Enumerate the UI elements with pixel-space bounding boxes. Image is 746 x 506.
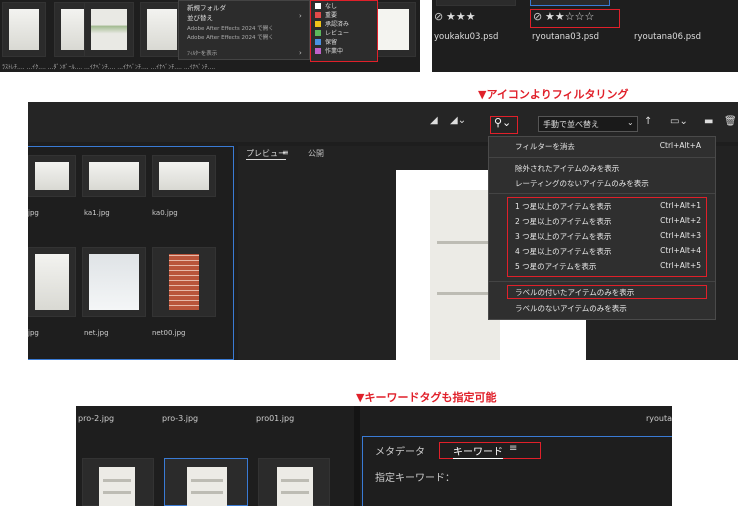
open-recent-icon[interactable]: ▭⌄ [670, 116, 688, 127]
filter-reject-item[interactable]: 除外されたアイテムのみを表示 [489, 163, 715, 174]
label-item[interactable]: レビュー [325, 28, 349, 37]
thumbnail[interactable] [82, 458, 154, 506]
assigned-keywords-label: 指定キーワード： [375, 473, 455, 484]
reject-icon[interactable]: ⊘ [533, 10, 542, 23]
filter-rating-5-item[interactable]: 5 つ星のアイテムを表示 Ctrl+Alt+5 [489, 261, 715, 272]
label-swatch [315, 12, 321, 18]
context-menu-item[interactable]: Adobe After Effects 2024 で開く [187, 24, 274, 32]
thumbnail[interactable] [152, 247, 216, 317]
filter-unlabeled-item[interactable]: ラベルのないアイテムのみを表示 [489, 303, 715, 314]
quality-dropdown-icon[interactable]: ◢⌄ [450, 115, 466, 126]
thumbnail[interactable] [436, 0, 516, 6]
trash-icon[interactable]: 🗑 [724, 116, 737, 127]
thumbnail[interactable] [2, 2, 46, 57]
thumbnail[interactable] [258, 458, 330, 506]
bottom-panel: pro-2.jpg pro-3.jpg pro01.jpg ryouta メタデ… [76, 406, 672, 506]
file-title: ryouta [646, 414, 673, 423]
label-item[interactable]: 承認済み [325, 19, 349, 28]
label-swatch [315, 30, 321, 36]
label-swatch [315, 39, 321, 45]
file-name: net00.jpg [152, 329, 186, 337]
context-menu-item[interactable]: 新規フォルダ [187, 2, 226, 12]
divider [489, 193, 715, 194]
label-item[interactable]: 保留 [325, 37, 337, 46]
filter-unrated-item[interactable]: レーティングのないアイテムのみを表示 [489, 178, 715, 189]
reject-icon[interactable]: ⊘ [434, 10, 443, 23]
filter-rating-2-item[interactable]: 2 つ星以上のアイテムを表示 Ctrl+Alt+2 [489, 216, 715, 227]
file-name: ka1.jpg [84, 209, 110, 217]
top-right-panel: ⊘ ★★★ youkaku03.psd ⊘ ★★☆☆☆ ryoutana03.p… [432, 0, 738, 72]
file-name: youkaku03.psd [434, 32, 499, 42]
star-rating[interactable]: ★★★ [446, 10, 476, 23]
chevron-right-icon: › [299, 49, 302, 57]
filter-rating-4-item[interactable]: 4 つ星以上のアイテムを表示 Ctrl+Alt+4 [489, 246, 715, 257]
file-name: pro-2.jpg [78, 414, 115, 423]
label-swatch [315, 21, 321, 27]
divider [489, 281, 715, 282]
labels-submenu: なし 重要 承認済み レビュー 保留 作業中 [310, 0, 378, 62]
file-name: ryoutana03.psd [532, 32, 599, 42]
menu-icon[interactable]: ≡ [282, 148, 289, 157]
thumbnail[interactable] [82, 247, 146, 317]
file-name: pro-3.jpg [162, 414, 199, 423]
filter-rating-1-item[interactable]: 1 つ星以上のアイテムを表示 Ctrl+Alt+1 [489, 201, 715, 212]
file-name: net.jpg [84, 329, 109, 337]
sort-label: 手動で並べ替え [543, 120, 599, 129]
top-left-panel: ﾗｽﾄﾚﾁ.... ...ｲｸ.... ...ﾀﾞﾝﾎﾞｰﾙ.... ...ｲﾅ… [0, 0, 420, 72]
sort-dropdown[interactable]: 手動で並べ替え ⌄ [538, 116, 638, 132]
chevron-down-icon: ⌄ [627, 118, 634, 127]
content-panel: jpg ka1.jpg ka0.jpg jpg net.jpg net00.jp… [28, 146, 234, 360]
tab-preview[interactable]: プレビュー [246, 148, 286, 160]
thumbnail[interactable] [82, 155, 146, 197]
divider [354, 406, 360, 506]
filter-clear-item[interactable]: フィルターを消去 Ctrl+Alt+A [489, 141, 715, 152]
thumbnail[interactable] [530, 0, 610, 6]
caption-keyword: ▼キーワードタグも指定可能 [356, 391, 497, 404]
filter-rating-3-item[interactable]: 3 つ星以上のアイテムを表示 Ctrl+Alt+3 [489, 231, 715, 242]
context-menu-item[interactable]: ﾌｨﾙﾀｰを表示 [187, 49, 217, 57]
file-name: jpg [28, 209, 39, 217]
file-name: ryoutana06.psd [634, 32, 701, 42]
metadata-panel: メタデータ キーワード ≡ 指定キーワード： [362, 436, 672, 506]
thumbnail[interactable] [164, 458, 248, 506]
filter-menu: フィルターを消去 Ctrl+Alt+A 除外されたアイテムのみを表示 レーティン… [488, 136, 716, 320]
label-item[interactable]: なし [325, 1, 337, 10]
filter-icon[interactable]: ⚲⌄ [494, 116, 511, 129]
label-swatch [315, 3, 321, 9]
thumbnail[interactable] [28, 155, 76, 197]
filter-labeled-item[interactable]: ラベルの付いたアイテムのみを表示 [489, 287, 715, 298]
tab-keywords[interactable]: キーワード [453, 443, 503, 459]
file-name: pro01.jpg [256, 414, 295, 423]
sort-ascending-icon[interactable]: ↑ [644, 116, 652, 127]
context-menu: 新規フォルダ 並び替え Adobe After Effects 2024 で開く… [178, 0, 310, 60]
label-swatch [315, 48, 321, 54]
divider [489, 157, 715, 158]
star-rating[interactable]: ★★☆☆☆ [545, 10, 594, 23]
label-item[interactable]: 重要 [325, 10, 337, 19]
file-name: jpg [28, 329, 39, 337]
chevron-right-icon: › [299, 12, 302, 20]
context-menu-item[interactable]: 並び替え [187, 12, 213, 22]
quality-icon[interactable]: ◢ [430, 115, 438, 126]
new-folder-icon[interactable]: ▬ [704, 116, 713, 127]
thumbnail[interactable] [28, 247, 76, 317]
thumbnail[interactable] [152, 155, 216, 197]
file-name: ka0.jpg [152, 209, 178, 217]
tab-metadata[interactable]: メタデータ [375, 443, 425, 458]
middle-panel: ◢ ◢⌄ ⚲⌄ 手動で並べ替え ⌄ ↑ ▭⌄ ▬ 🗑 jpg ka1.jpg k… [28, 102, 738, 360]
thumbnail-labels: ﾗｽﾄﾚﾁ.... ...ｲｸ.... ...ﾀﾞﾝﾎﾞｰﾙ.... ...ｲﾅ… [2, 64, 216, 71]
menu-icon[interactable]: ≡ [509, 443, 517, 454]
caption-filter: ▼アイコンよりフィルタリング [478, 88, 629, 101]
context-menu-item[interactable]: Adobe After Effects 2024 で開く [187, 33, 274, 41]
tab-publish[interactable]: 公開 [308, 148, 324, 159]
thumbnail[interactable] [84, 2, 134, 57]
label-item[interactable]: 作業中 [325, 46, 343, 55]
